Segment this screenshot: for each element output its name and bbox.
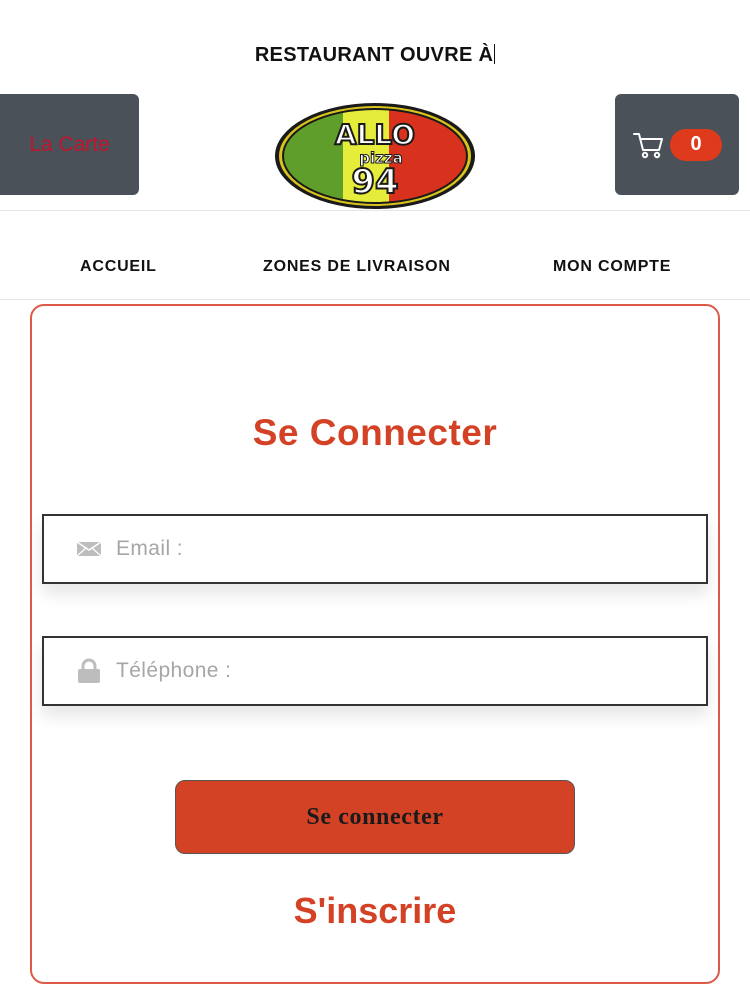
- text-cursor: [494, 44, 496, 64]
- logo-text-top: ALLO: [335, 118, 415, 151]
- nav-item-accueil[interactable]: ACCUEIL: [80, 258, 157, 276]
- phone-field[interactable]: [42, 636, 708, 706]
- menu-button[interactable]: La Carte: [0, 94, 139, 195]
- email-field[interactable]: [42, 514, 708, 584]
- login-submit-button[interactable]: Se connecter: [175, 780, 575, 854]
- cart-button[interactable]: 0: [615, 94, 739, 195]
- page: RESTAURANT OUVRE À La Carte ALLO pizza 9…: [0, 0, 750, 1000]
- email-input[interactable]: [116, 537, 676, 561]
- login-title: Se Connecter: [252, 412, 498, 453]
- logo-text-bottom: 94: [351, 162, 398, 202]
- cart-count-badge: 0: [670, 128, 722, 161]
- nav-item-zones-de-livraison[interactable]: ZONES DE LIVRAISON: [263, 258, 451, 276]
- lock-icon: [76, 658, 102, 683]
- main-nav: ACCUEIL ZONES DE LIVRAISON MON COMPTE: [0, 258, 750, 280]
- cart-icon: [633, 132, 663, 158]
- logo[interactable]: ALLO pizza 94: [273, 100, 477, 210]
- signup-link[interactable]: S'inscrire: [0, 890, 750, 932]
- menu-button-label: La Carte: [29, 132, 110, 156]
- nav-divider: [0, 299, 750, 300]
- nav-item-mon-compte[interactable]: MON COMPTE: [553, 258, 671, 276]
- restaurant-status-text: RESTAURANT OUVRE À: [254, 44, 494, 66]
- header-divider: [0, 210, 750, 211]
- restaurant-status: RESTAURANT OUVRE À: [0, 44, 750, 67]
- envelope-icon: [76, 537, 102, 561]
- phone-input[interactable]: [116, 659, 676, 683]
